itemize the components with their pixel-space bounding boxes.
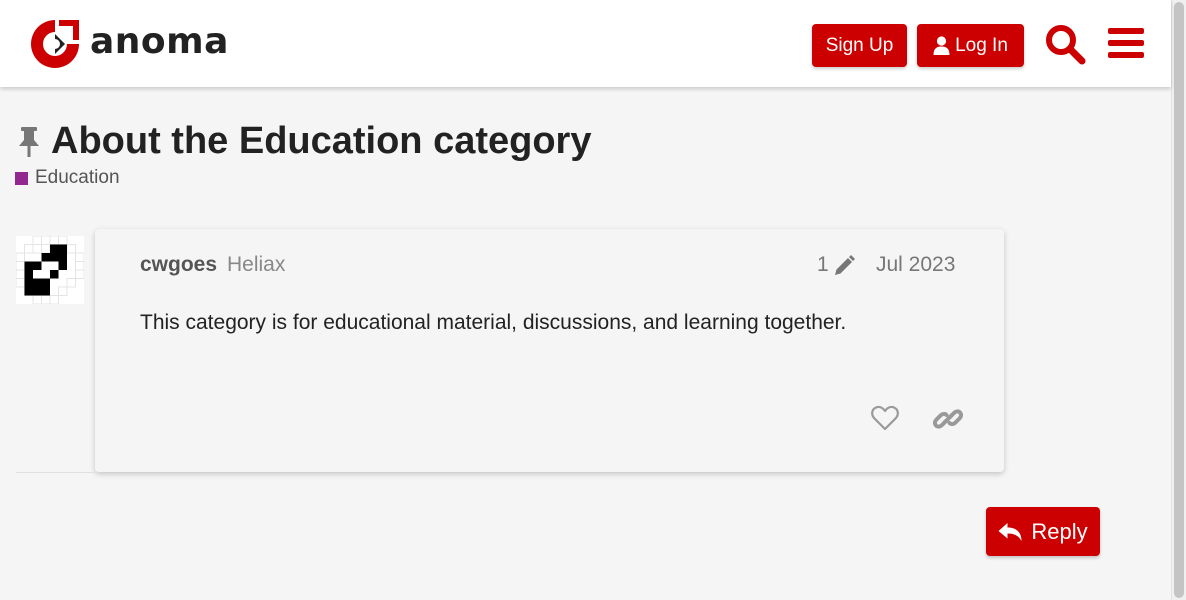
avatar[interactable] (16, 236, 84, 304)
reply-arrow-icon (998, 522, 1022, 541)
link-icon[interactable] (933, 404, 963, 434)
category-name[interactable]: Education (35, 167, 120, 189)
post-card: cwgoes Heliax 1 Jul 2023 This category i… (95, 229, 1004, 472)
category-color-swatch (15, 171, 28, 185)
heart-icon[interactable] (871, 405, 899, 431)
hamburger-menu-icon[interactable] (1106, 25, 1146, 61)
post-username[interactable]: cwgoes (140, 253, 217, 277)
site-header: anoma Sign Up Log In (0, 0, 1171, 87)
post-date[interactable]: Jul 2023 (876, 253, 955, 277)
log-in-button[interactable]: Log In (917, 24, 1024, 67)
edit-count[interactable]: 1 (817, 253, 829, 277)
site-logo[interactable]: anoma (29, 18, 229, 70)
anoma-logo-icon (31, 20, 79, 68)
brand-name: anoma (90, 20, 229, 62)
scrollbar-thumb[interactable] (1174, 2, 1184, 598)
topic-title[interactable]: About the Education category (51, 120, 591, 163)
sign-up-label: Sign Up (825, 34, 894, 56)
reply-button[interactable]: Reply (986, 507, 1100, 556)
pin-icon (19, 126, 39, 157)
post-user-title: Heliax (227, 253, 286, 276)
search-icon[interactable] (1044, 23, 1086, 65)
topic-header: About the Education category (15, 120, 591, 163)
pencil-icon[interactable] (832, 254, 856, 278)
category-badge[interactable]: Education (15, 167, 120, 189)
post-body: This category is for educational materia… (140, 311, 847, 334)
user-icon (933, 36, 950, 55)
log-in-label: Log In (955, 34, 1008, 56)
post-divider (16, 472, 96, 473)
sign-up-button[interactable]: Sign Up (812, 24, 907, 67)
reply-label: Reply (1031, 518, 1088, 544)
